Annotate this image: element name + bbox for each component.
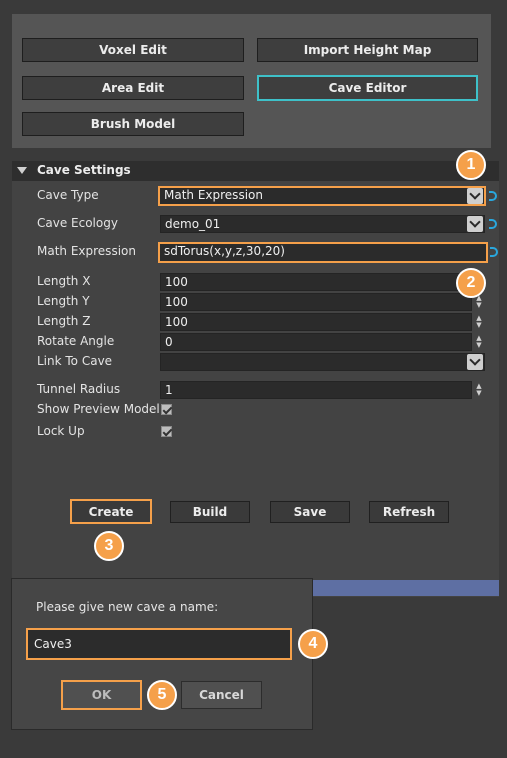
cancel-button[interactable]: Cancel	[181, 681, 262, 709]
collapse-arrow-icon[interactable]	[17, 167, 27, 174]
show-preview-model-checkbox[interactable]	[161, 404, 172, 415]
math-expression-value: sdTorus(x,y,z,30,20)	[164, 244, 285, 258]
length-y-input[interactable]: 100	[160, 293, 472, 311]
math-expression-input[interactable]: sdTorus(x,y,z,30,20)	[158, 242, 488, 263]
length-x-value: 100	[165, 275, 188, 289]
tool-panel: Voxel Edit Import Height Map Area Edit C…	[12, 14, 491, 148]
tunnel-radius-input[interactable]: 1	[160, 381, 472, 399]
voxel-edit-button[interactable]: Voxel Edit	[22, 38, 244, 62]
cave-name-value: Cave3	[34, 637, 72, 651]
cave-type-label: Cave Type	[37, 188, 99, 202]
dialog-prompt: Please give new cave a name:	[36, 600, 219, 614]
ok-button[interactable]: OK	[61, 680, 142, 710]
spinner-icon[interactable]: ▲▼	[475, 315, 483, 329]
build-button[interactable]: Build	[170, 501, 250, 523]
chevron-down-icon[interactable]	[467, 216, 483, 232]
link-to-cave-label: Link To Cave	[37, 354, 113, 368]
area-edit-button[interactable]: Area Edit	[22, 76, 244, 100]
import-height-map-button[interactable]: Import Height Map	[257, 38, 478, 62]
cave-ecology-value: demo_01	[165, 217, 221, 231]
create-button[interactable]: Create	[70, 499, 152, 524]
step-badge-4: 4	[298, 629, 328, 659]
lock-up-checkbox[interactable]	[161, 426, 172, 437]
save-button[interactable]: Save	[270, 501, 350, 523]
length-z-label: Length Z	[37, 314, 91, 328]
step-badge-5: 5	[147, 680, 177, 710]
step-badge-2: 2	[456, 268, 486, 298]
cave-editor-button[interactable]: Cave Editor	[257, 75, 478, 101]
length-z-value: 100	[165, 315, 188, 329]
length-x-input[interactable]: 100	[160, 273, 472, 291]
show-preview-model-label: Show Preview Model	[37, 402, 160, 416]
length-x-label: Length X	[37, 274, 91, 288]
spinner-icon[interactable]: ▲▼	[475, 383, 483, 397]
step-badge-1: 1	[456, 150, 486, 180]
chevron-down-icon[interactable]	[467, 354, 483, 370]
step-badge-3: 3	[94, 531, 124, 561]
brush-model-button[interactable]: Brush Model	[22, 112, 244, 136]
chevron-down-icon[interactable]	[467, 188, 483, 204]
tunnel-radius-label: Tunnel Radius	[37, 382, 121, 396]
length-y-value: 100	[165, 295, 188, 309]
cave-ecology-select[interactable]: demo_01	[160, 215, 485, 233]
selection-strip	[312, 580, 499, 596]
cave-name-input[interactable]: Cave3	[26, 628, 292, 660]
spinner-icon[interactable]: ▲▼	[475, 335, 483, 349]
length-y-label: Length Y	[37, 294, 90, 308]
cave-settings-title: Cave Settings	[37, 163, 131, 177]
rotate-angle-input[interactable]: 0	[160, 333, 472, 351]
length-z-input[interactable]: 100	[160, 313, 472, 331]
rotate-angle-label: Rotate Angle	[37, 334, 115, 348]
cave-type-value: Math Expression	[164, 188, 263, 202]
cave-type-select[interactable]: Math Expression	[158, 186, 486, 206]
link-to-cave-select[interactable]	[160, 353, 485, 371]
tunnel-radius-value: 1	[165, 383, 173, 397]
spinner-icon[interactable]: ▲▼	[475, 295, 483, 309]
refresh-button[interactable]: Refresh	[369, 501, 449, 523]
cave-ecology-label: Cave Ecology	[37, 216, 118, 230]
rotate-angle-value: 0	[165, 335, 173, 349]
lock-up-label: Lock Up	[37, 424, 85, 438]
math-expression-label: Math Expression	[37, 244, 136, 258]
